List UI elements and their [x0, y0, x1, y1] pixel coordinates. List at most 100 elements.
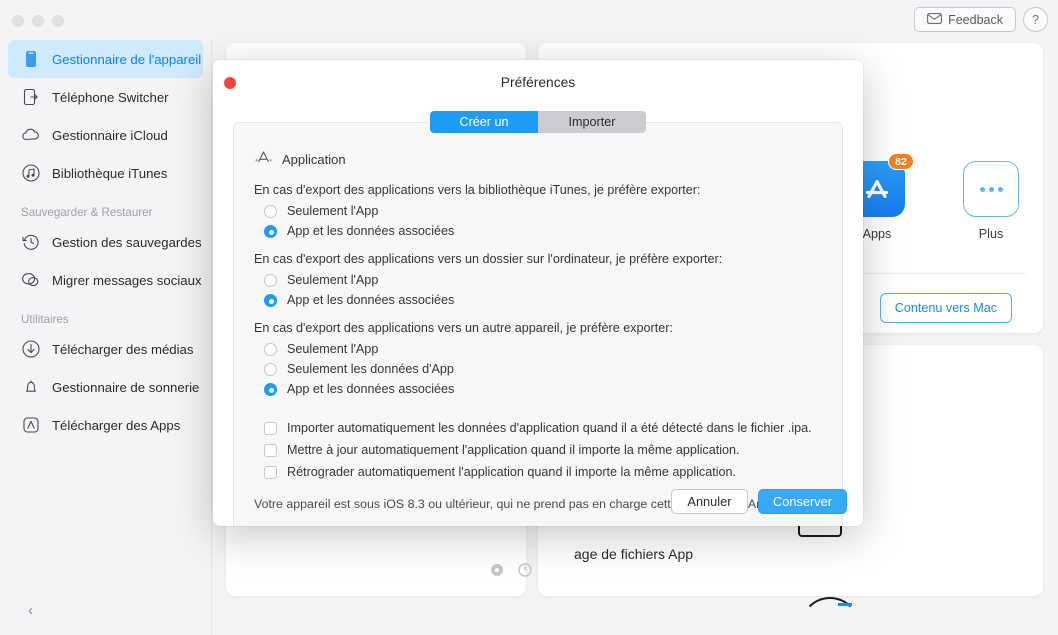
download-circle-icon: [20, 339, 41, 360]
checkbox-icon: [264, 465, 277, 479]
radio-option[interactable]: Seulement l'App: [254, 270, 822, 290]
close-window-button[interactable]: [12, 15, 24, 27]
sidebar-item-icloud-manager[interactable]: Gestionnaire iCloud: [8, 116, 203, 154]
checkbox-icon: [264, 443, 277, 457]
section-label: Application: [282, 152, 346, 167]
chat-bubbles-icon: [20, 270, 41, 291]
sidebar-item-label: Migrer messages sociaux: [52, 272, 202, 288]
sidebar-item-label: Gestionnaire de l'appareil: [52, 51, 202, 67]
apps-badge: 82: [888, 153, 914, 170]
file-sharing-accent-icon: [838, 603, 852, 606]
checkbox-label: Importer automatiquement les données d'a…: [287, 421, 812, 435]
phone-switch-icon: [20, 87, 41, 108]
section-application: Application: [254, 149, 822, 170]
question-label: En cas d'export des applications vers un…: [254, 321, 673, 335]
dialog-title: Préférences: [500, 75, 576, 90]
sidebar-group-utilities-label: Utilitaires: [21, 313, 69, 326]
tile-label: Plus: [978, 227, 1004, 241]
ellipsis-icon: [963, 161, 1019, 217]
sidebar-item-label: Télécharger des Apps: [52, 417, 181, 433]
radio-group-computer-folder: Seulement l'App App et les données assoc…: [254, 270, 822, 310]
tab-importer[interactable]: Importer: [538, 111, 646, 133]
save-button[interactable]: Conserver: [757, 489, 847, 514]
radio-option[interactable]: Seulement les données d'App: [254, 359, 822, 379]
radio-label: Seulement l'App: [287, 273, 379, 287]
radio-label: Seulement l'App: [287, 342, 379, 356]
radio-option[interactable]: Seulement l'App: [254, 339, 822, 359]
sidebar-group-backup-label: Sauvegarder & Restaurer: [21, 206, 153, 219]
preferences-dialog: Préférences Créer un Importer Applicatio…: [213, 60, 863, 526]
radio-label: Seulement l'App: [287, 204, 379, 218]
checkbox-icon: [264, 421, 277, 435]
sidebar-item-label: Gestionnaire de sonnerie: [52, 379, 200, 395]
checkbox-label: Rétrograder automatiquement l'applicatio…: [287, 465, 737, 479]
sidebar-item-itunes-library[interactable]: Bibliothèque iTunes: [8, 154, 203, 192]
sidebar-item-backup-management[interactable]: Gestion des sauvegardes: [8, 223, 203, 261]
help-button[interactable]: ?: [1023, 7, 1048, 32]
radio-icon-selected: [264, 293, 277, 307]
sidebar-item-label: Télécharger des médias: [52, 341, 194, 357]
cloud-icon: [20, 125, 41, 146]
checkbox-group: Importer automatiquement les données d'a…: [254, 417, 822, 483]
bell-icon: [20, 377, 41, 398]
question-label: En cas d'export des applications vers la…: [254, 183, 701, 197]
sidebar-item-download-media[interactable]: Télécharger des médias: [8, 330, 203, 368]
radio-option[interactable]: App et les données associées: [254, 379, 822, 399]
sidebar: Gestionnaire de l'appareil Téléphone Swi…: [0, 40, 212, 635]
sidebar-item-device-manager[interactable]: Gestionnaire de l'appareil: [8, 40, 203, 78]
storage-icon[interactable]: [490, 563, 504, 577]
radio-icon: [264, 342, 277, 356]
sidebar-item-label: Bibliothèque iTunes: [52, 165, 168, 181]
feedback-button[interactable]: Feedback: [914, 7, 1016, 32]
question-mark-icon: ?: [1031, 12, 1040, 27]
app-tiles: 82 Apps Plus: [838, 153, 1030, 241]
radio-option[interactable]: App et les données associées: [254, 290, 822, 310]
zoom-window-button[interactable]: [52, 15, 64, 27]
close-icon[interactable]: [224, 77, 236, 89]
question-label: En cas d'export des applications vers un…: [254, 252, 723, 266]
radio-group-other-device: Seulement l'App Seulement les données d'…: [254, 339, 822, 399]
app-window: Feedback ? Gestionnaire de l'appareil Té…: [0, 0, 1058, 635]
radio-group-itunes: Seulement l'App App et les données assoc…: [254, 201, 822, 241]
radio-icon: [264, 204, 277, 218]
radio-icon: [264, 362, 277, 376]
feedback-label: Feedback: [948, 12, 1003, 27]
sidebar-item-phone-switcher[interactable]: Téléphone Switcher: [8, 78, 203, 116]
minimize-window-button[interactable]: [32, 15, 44, 27]
tile-more[interactable]: Plus: [952, 161, 1030, 241]
sidebar-item-ringtone-manager[interactable]: Gestionnaire de sonnerie: [8, 368, 203, 406]
sidebar-item-download-apps[interactable]: Télécharger des Apps: [8, 406, 203, 444]
sidebar-item-label: Gestion des sauvegardes: [52, 234, 202, 250]
radio-label: App et les données associées: [287, 382, 455, 396]
sidebar-item-label: Téléphone Switcher: [52, 89, 169, 105]
checkbox-row[interactable]: Importer automatiquement les données d'a…: [254, 417, 822, 439]
app-triangle-icon: [254, 149, 273, 170]
traffic-lights: [12, 15, 64, 27]
music-note-icon: [20, 163, 41, 184]
sidebar-item-label: Gestionnaire iCloud: [52, 127, 168, 143]
radio-icon-selected: [264, 382, 277, 396]
envelope-icon: [927, 12, 943, 27]
content-to-mac-button[interactable]: Contenu vers Mac: [879, 293, 1012, 323]
power-icon[interactable]: [518, 563, 532, 577]
checkbox-row[interactable]: Mettre à jour automatiquement l'applicat…: [254, 439, 822, 461]
back-button[interactable]: ‹: [28, 603, 33, 618]
checkbox-label: Mettre à jour automatiquement l'applicat…: [287, 443, 740, 457]
radio-option[interactable]: App et les données associées: [254, 221, 822, 241]
radio-icon: [264, 273, 277, 287]
radio-label: App et les données associées: [287, 293, 455, 307]
checkbox-row[interactable]: Rétrograder automatiquement l'applicatio…: [254, 461, 822, 483]
tab-creer-un[interactable]: Créer un: [430, 111, 538, 133]
radio-label: Seulement les données d'App: [287, 362, 454, 376]
dialog-footer: Annuler Conserver: [670, 489, 847, 514]
device-icon: [20, 49, 41, 70]
titlebar: Feedback ?: [0, 0, 1058, 40]
clock-restore-icon: [20, 232, 41, 253]
cancel-button[interactable]: Annuler: [670, 489, 748, 514]
radio-option[interactable]: Seulement l'App: [254, 201, 822, 221]
radio-label: App et les données associées: [287, 224, 455, 238]
appstore-outline-icon: [20, 415, 41, 436]
tab-segment-control: Créer un Importer: [430, 111, 646, 133]
sidebar-item-migrate-social-messages[interactable]: Migrer messages sociaux: [8, 261, 203, 299]
radio-icon-selected: [264, 224, 277, 238]
